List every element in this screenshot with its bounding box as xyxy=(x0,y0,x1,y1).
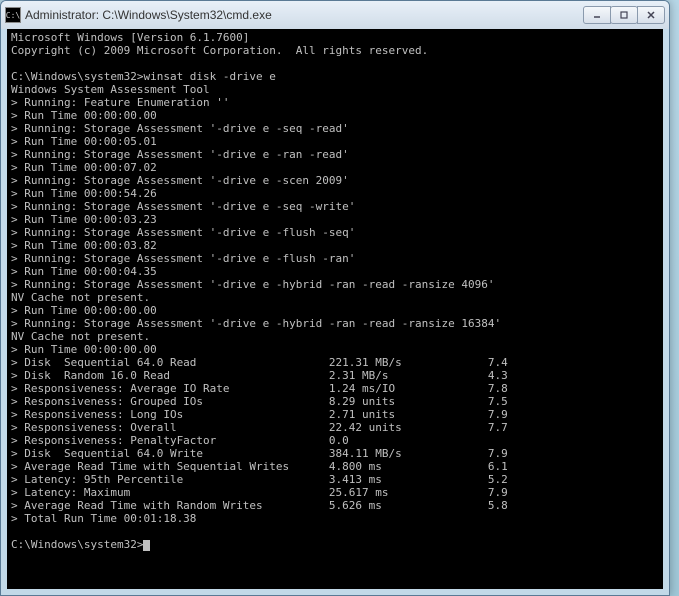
window-title: Administrator: C:\Windows\System32\cmd.e… xyxy=(25,8,584,22)
cursor xyxy=(143,540,150,551)
maximize-icon xyxy=(619,10,629,20)
maximize-button[interactable] xyxy=(610,6,638,24)
minimize-button[interactable] xyxy=(583,6,611,24)
cmd-icon: C:\ xyxy=(5,7,21,23)
close-button[interactable] xyxy=(637,6,665,24)
cmd-window: C:\ Administrator: C:\Windows\System32\c… xyxy=(0,0,670,596)
window-controls xyxy=(584,6,665,24)
console-output[interactable]: Microsoft Windows [Version 6.1.7600] Cop… xyxy=(7,29,663,589)
titlebar[interactable]: C:\ Administrator: C:\Windows\System32\c… xyxy=(1,1,669,29)
minimize-icon xyxy=(592,10,602,20)
close-icon xyxy=(646,10,656,20)
